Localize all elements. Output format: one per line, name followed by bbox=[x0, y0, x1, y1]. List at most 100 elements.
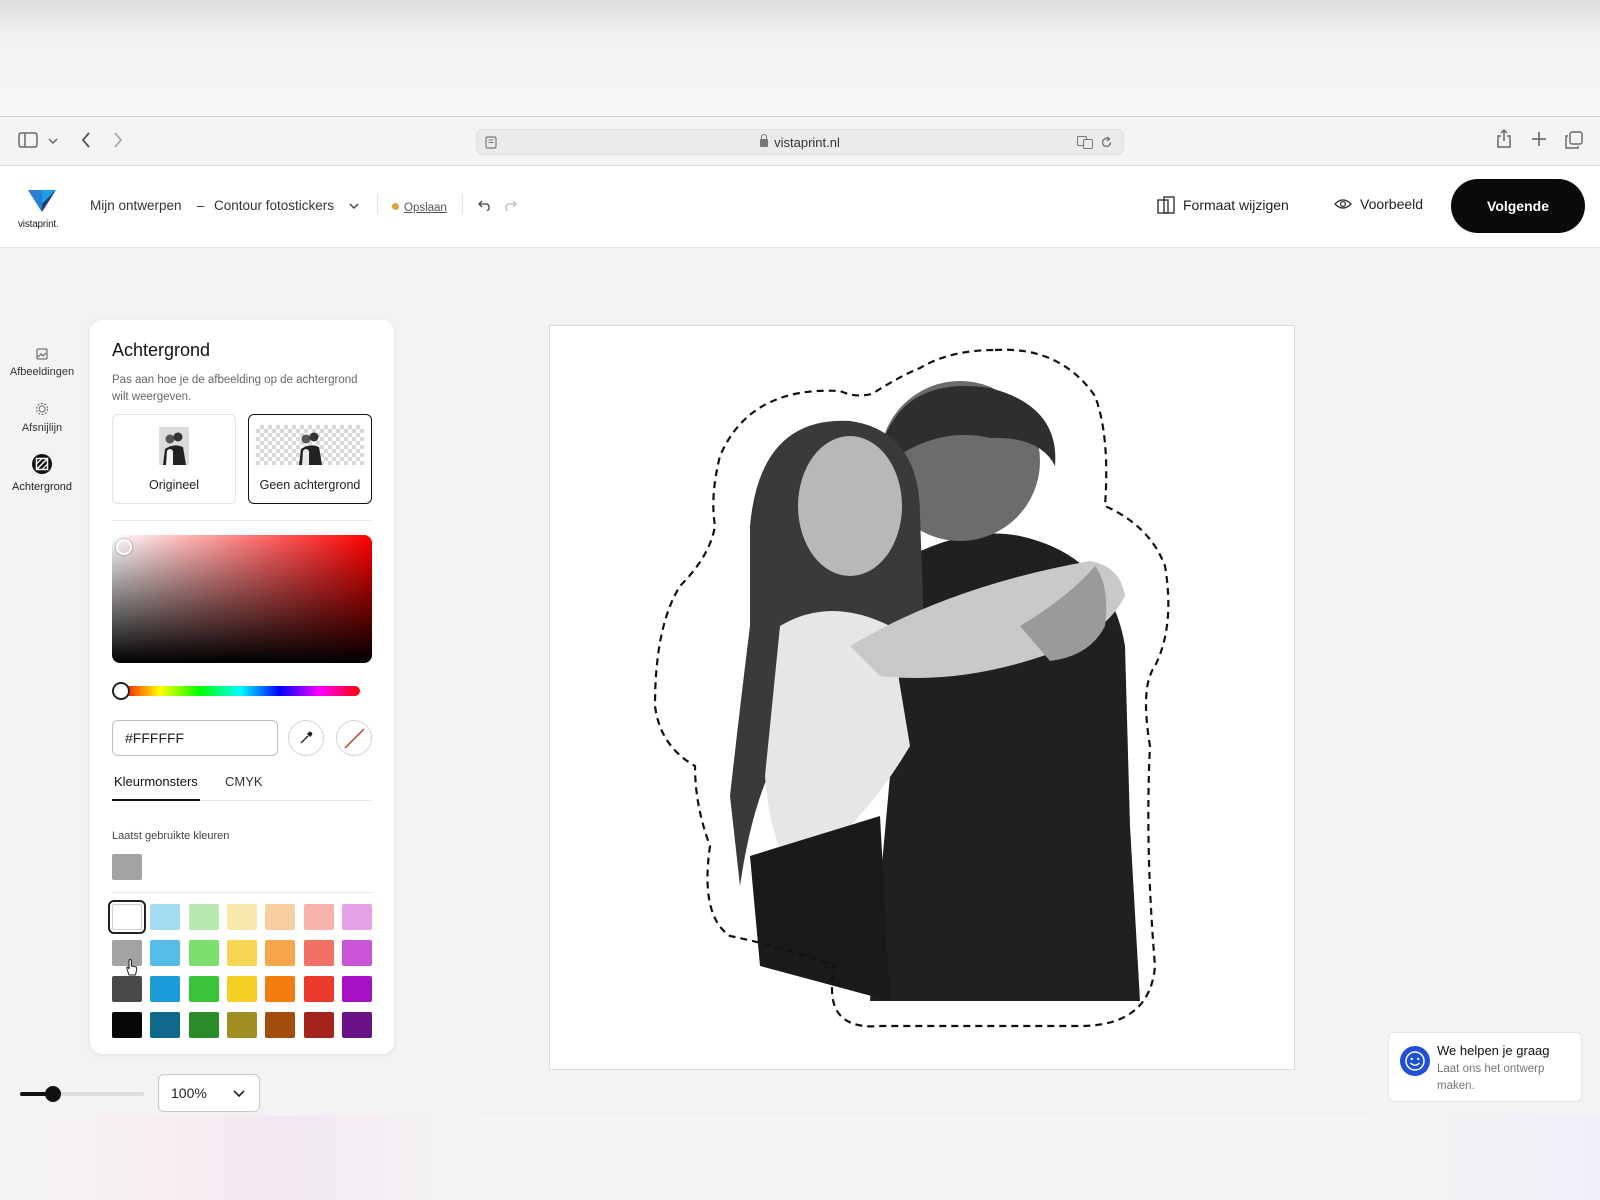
vistaprint-logo[interactable]: vistaprint. bbox=[18, 190, 64, 230]
resize-button[interactable]: Formaat wijzigen bbox=[1157, 196, 1289, 214]
app-header: vistaprint. Mijn ontwerpen – Contour fot… bbox=[0, 166, 1600, 248]
back-icon[interactable] bbox=[80, 131, 92, 149]
chevron-down-icon[interactable] bbox=[48, 137, 58, 145]
color-swatch[interactable] bbox=[341, 1012, 372, 1038]
product-name[interactable]: Contour fotostickers bbox=[214, 198, 334, 213]
color-swatch[interactable] bbox=[303, 976, 334, 1002]
preview-label: Voorbeeld bbox=[1360, 196, 1424, 212]
color-swatch[interactable] bbox=[303, 940, 334, 966]
color-swatch[interactable] bbox=[265, 1012, 296, 1038]
color-swatch[interactable] bbox=[265, 940, 296, 966]
zoom-slider-handle[interactable] bbox=[45, 1086, 61, 1102]
no-color-button[interactable] bbox=[336, 720, 372, 756]
panel-description: Pas aan hoe je de afbeelding op de achte… bbox=[112, 374, 358, 403]
url-text: vistaprint.nl bbox=[774, 135, 840, 150]
rail-item-cut-line[interactable]: Afsnijlijn bbox=[0, 402, 84, 434]
help-chat-widget[interactable]: We helpen je graag Laat ons het ontwerp … bbox=[1388, 1032, 1582, 1102]
resize-label: Formaat wijzigen bbox=[1183, 197, 1289, 213]
breadcrumb-my-designs[interactable]: Mijn ontwerpen bbox=[90, 198, 182, 213]
eye-icon bbox=[1334, 199, 1352, 209]
color-swatch[interactable] bbox=[108, 900, 146, 934]
header-divider bbox=[462, 194, 463, 214]
color-swatch[interactable] bbox=[303, 904, 334, 930]
chat-title: We helpen je graag bbox=[1437, 1043, 1550, 1058]
option-label: Geen achtergrond bbox=[259, 478, 361, 492]
color-swatch[interactable] bbox=[150, 1012, 181, 1038]
hand-cursor-icon bbox=[126, 958, 138, 976]
original-thumbnail-icon bbox=[159, 427, 189, 465]
tab-swatches[interactable]: Kleurmonsters bbox=[114, 774, 198, 789]
color-swatch[interactable] bbox=[265, 904, 296, 930]
rail-label: Afsnijlijn bbox=[21, 422, 63, 434]
reload-icon[interactable] bbox=[1100, 136, 1113, 149]
color-swatch[interactable] bbox=[226, 976, 257, 1002]
design-canvas[interactable] bbox=[549, 325, 1295, 1070]
rail-item-background[interactable]: Achtergrond bbox=[0, 453, 84, 493]
zoom-select[interactable]: 100% bbox=[158, 1074, 260, 1112]
translate-icon[interactable] bbox=[1077, 136, 1093, 149]
rail-item-images[interactable]: Afbeeldingen bbox=[0, 348, 84, 378]
option-label: Origineel bbox=[148, 478, 200, 492]
zoom-value: 100% bbox=[171, 1085, 207, 1101]
share-icon[interactable] bbox=[1496, 129, 1512, 149]
chevron-down-icon bbox=[233, 1090, 245, 1098]
option-no-background[interactable]: Geen achtergrond bbox=[248, 414, 372, 504]
option-original[interactable]: Origineel bbox=[112, 414, 236, 504]
color-swatch[interactable] bbox=[188, 940, 219, 966]
color-swatch[interactable] bbox=[150, 904, 181, 930]
address-bar[interactable]: vistaprint.nl bbox=[476, 129, 1124, 155]
color-swatch[interactable] bbox=[341, 904, 372, 930]
forward-icon[interactable] bbox=[112, 131, 124, 149]
color-swatch[interactable] bbox=[265, 976, 296, 1002]
save-link[interactable]: Opslaan bbox=[404, 202, 447, 214]
breadcrumb-separator: – bbox=[197, 198, 205, 213]
zoom-slider[interactable] bbox=[20, 1086, 144, 1102]
eyedropper-button[interactable] bbox=[288, 720, 324, 756]
panel-divider bbox=[112, 892, 372, 893]
no-background-thumbnail-icon bbox=[299, 432, 322, 465]
panel-title: Achtergrond bbox=[112, 340, 211, 360]
unsaved-dot-icon bbox=[392, 203, 399, 210]
preview-button[interactable]: Voorbeeld bbox=[1334, 196, 1423, 212]
color-saturation-picker[interactable] bbox=[112, 535, 372, 663]
save-status[interactable]: Opslaan bbox=[392, 199, 447, 214]
color-swatch[interactable] bbox=[226, 940, 257, 966]
couple-photo bbox=[730, 381, 1140, 1001]
color-swatch[interactable] bbox=[112, 976, 142, 1002]
panel-divider bbox=[112, 520, 372, 521]
color-swatch[interactable] bbox=[226, 1012, 257, 1038]
chat-smiley-icon bbox=[1400, 1046, 1430, 1076]
lock-icon bbox=[760, 134, 769, 147]
color-swatch[interactable] bbox=[112, 1012, 142, 1038]
color-swatch[interactable] bbox=[341, 976, 372, 1002]
color-swatch[interactable] bbox=[188, 1012, 219, 1038]
redo-icon[interactable] bbox=[503, 199, 517, 211]
sticker-preview[interactable] bbox=[550, 326, 1294, 1069]
color-swatch[interactable] bbox=[188, 976, 219, 1002]
hex-color-input[interactable] bbox=[112, 720, 278, 756]
hue-slider-handle[interactable] bbox=[112, 682, 130, 700]
color-swatch[interactable] bbox=[188, 904, 219, 930]
tab-overview-icon[interactable] bbox=[1565, 131, 1583, 149]
header-divider bbox=[377, 194, 378, 214]
undo-icon[interactable] bbox=[478, 199, 492, 211]
saturation-handle[interactable] bbox=[116, 539, 132, 555]
recent-colors-label: Laatst gebruikte kleuren bbox=[112, 830, 230, 842]
color-swatch[interactable] bbox=[150, 940, 181, 966]
recent-color-swatch[interactable] bbox=[112, 854, 142, 880]
product-chevron-down-icon[interactable] bbox=[349, 202, 359, 210]
no-color-icon bbox=[344, 728, 365, 749]
cut-line-icon bbox=[36, 403, 48, 415]
active-tab-indicator bbox=[112, 799, 200, 801]
hue-slider[interactable] bbox=[112, 682, 360, 700]
color-swatch[interactable] bbox=[341, 940, 372, 966]
color-swatch[interactable] bbox=[150, 976, 181, 1002]
color-swatch[interactable] bbox=[226, 904, 257, 930]
color-swatch[interactable] bbox=[303, 1012, 334, 1038]
next-button[interactable]: Volgende bbox=[1451, 179, 1585, 233]
tab-cmyk[interactable]: CMYK bbox=[225, 774, 263, 789]
vistaprint-logo-icon bbox=[28, 190, 56, 212]
rail-label: Afbeeldingen bbox=[9, 366, 75, 378]
new-tab-icon[interactable] bbox=[1531, 131, 1547, 147]
sidebar-toggle-icon[interactable] bbox=[18, 131, 38, 149]
